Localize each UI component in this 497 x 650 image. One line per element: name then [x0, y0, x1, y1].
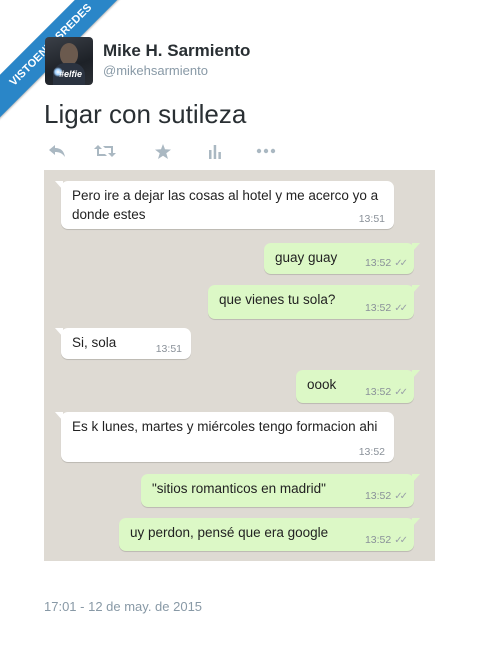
message-text: uy perdon, pensé que era google	[130, 525, 329, 540]
read-ticks-icon: ✓✓	[394, 387, 408, 398]
message-time: 13:52	[364, 490, 392, 502]
message-text: Pero ire a dejar las cosas al hotel y me…	[72, 188, 379, 222]
chat-message-incoming: Si, sola 13:51	[55, 328, 191, 359]
message-time: 13:51	[155, 343, 182, 355]
chat-message-incoming: Pero ire a dejar las cosas al hotel y me…	[55, 181, 394, 229]
read-ticks-icon: ✓✓	[394, 491, 408, 502]
message-text: Si, sola	[72, 335, 117, 350]
read-ticks-icon: ✓✓	[394, 303, 408, 314]
stats-icon[interactable]	[202, 140, 228, 162]
author-name[interactable]: Mike H. Sarmiento	[103, 41, 250, 61]
avatar-label: #elfie	[59, 69, 83, 79]
read-ticks-icon: ✓✓	[394, 535, 408, 546]
chat-message-outgoing: "sitios romanticos en madrid" 13:52 ✓✓	[141, 474, 420, 507]
tweet-actions	[44, 140, 284, 162]
message-text: oook	[307, 377, 337, 392]
more-icon[interactable]	[253, 140, 279, 162]
chat-message-outgoing: oook 13:52 ✓✓	[296, 370, 420, 403]
tweet-timestamp[interactable]: 17:01 - 12 de may. de 2015	[44, 599, 202, 614]
message-time: 13:52	[364, 534, 392, 546]
message-text: que vienes tu sola?	[219, 292, 336, 307]
retweet-icon[interactable]	[92, 140, 118, 162]
message-text: "sitios romanticos en madrid"	[152, 481, 326, 496]
favorite-icon[interactable]	[150, 140, 176, 162]
chat-message-outgoing: guay guay 13:52 ✓✓	[264, 243, 420, 274]
tweet-text: Ligar con sutileza	[44, 99, 247, 129]
message-text: Es k lunes, martes y miércoles tengo for…	[72, 419, 378, 434]
reply-icon[interactable]	[44, 140, 70, 162]
author-handle[interactable]: @mikehsarmiento	[103, 63, 208, 78]
avatar[interactable]: #elfie	[45, 37, 93, 85]
message-text: guay guay	[275, 250, 338, 265]
chat-message-outgoing: uy perdon, pensé que era google 13:52 ✓✓	[119, 518, 420, 551]
message-time: 13:52	[364, 386, 392, 398]
chat-screenshot: Pero ire a dejar las cosas al hotel y me…	[44, 170, 435, 561]
message-time: 13:52	[364, 257, 392, 269]
read-ticks-icon: ✓✓	[394, 258, 408, 269]
message-time: 13:51	[358, 213, 385, 225]
chat-message-outgoing: que vienes tu sola? 13:52 ✓✓	[208, 285, 420, 319]
chat-message-incoming: Es k lunes, martes y miércoles tengo for…	[55, 412, 394, 462]
message-time: 13:52	[364, 302, 392, 314]
message-time: 13:52	[358, 446, 385, 458]
